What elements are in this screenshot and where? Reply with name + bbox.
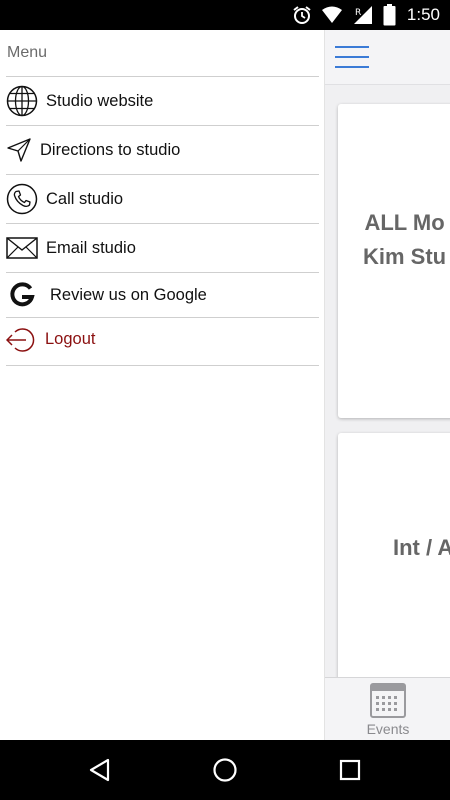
globe-icon	[6, 85, 38, 117]
signal-roaming-icon: R	[353, 6, 372, 24]
hamburger-menu-icon[interactable]	[335, 46, 369, 68]
svg-text:R: R	[355, 8, 361, 18]
menu-item-review-google[interactable]: Review us on Google	[6, 272, 319, 317]
menu-item-email-studio[interactable]: Email studio	[6, 223, 319, 272]
navigation-arrow-icon	[6, 137, 32, 163]
app-header	[325, 30, 450, 85]
tab-events[interactable]: Events	[365, 683, 411, 737]
wifi-icon	[321, 6, 342, 23]
event-card[interactable]: ALL Mo Kim Stu	[338, 104, 450, 418]
drawer-title: Menu	[7, 44, 48, 61]
menu-item-directions[interactable]: Directions to studio	[6, 125, 319, 174]
event-card-title: Int / A	[393, 535, 450, 560]
home-icon[interactable]	[211, 756, 239, 784]
logout-icon	[6, 326, 38, 354]
event-card-title: ALL Mo Kim Stu	[363, 210, 447, 269]
menu-item-logout[interactable]: Logout	[6, 317, 319, 366]
tab-bar: Events	[325, 677, 450, 740]
google-icon	[8, 282, 36, 308]
menu-item-label: Call studio	[46, 189, 124, 208]
menu-item-call-studio[interactable]: Call studio	[6, 174, 319, 223]
menu-item-label: Directions to studio	[40, 140, 181, 159]
envelope-icon	[6, 237, 38, 259]
phone-icon	[6, 183, 38, 215]
menu-item-label: Email studio	[46, 238, 136, 257]
battery-icon	[383, 4, 396, 26]
system-nav-bar	[0, 740, 450, 800]
menu-list: Studio website Directions to studio Call…	[6, 76, 319, 366]
alarm-icon	[293, 6, 311, 24]
menu-item-studio-website[interactable]: Studio website	[6, 76, 319, 125]
status-time: 1:50	[406, 5, 440, 24]
back-icon[interactable]	[86, 756, 114, 784]
menu-item-label: Logout	[45, 330, 96, 348]
menu-item-label: Studio website	[46, 91, 154, 110]
status-bar: R 1:50	[0, 0, 450, 30]
recents-icon[interactable]	[336, 756, 364, 784]
tab-events-label: Events	[366, 721, 410, 737]
calendar-icon	[370, 683, 406, 718]
side-menu-drawer: Menu Studio website Directions to studio…	[0, 30, 325, 740]
menu-item-label: Review us on Google	[50, 285, 207, 304]
